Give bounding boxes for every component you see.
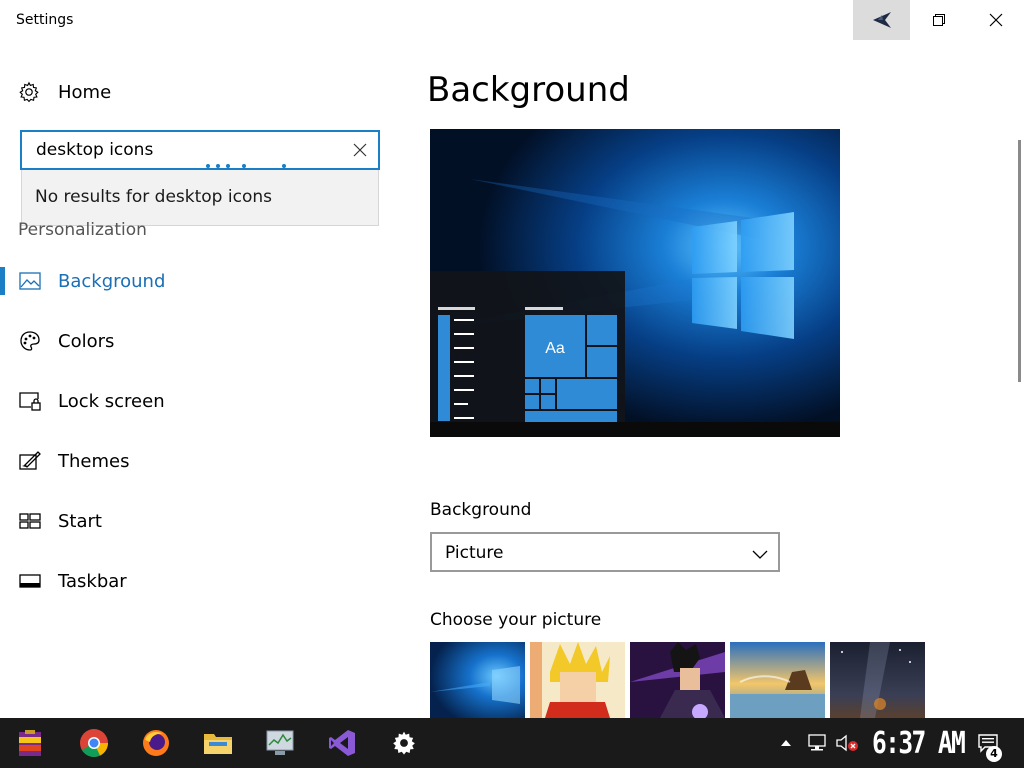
sidebar-item-taskbar[interactable]: Taskbar bbox=[0, 561, 380, 601]
file-explorer-icon bbox=[204, 734, 232, 754]
settings-icon bbox=[393, 731, 415, 755]
background-type-label: Background bbox=[430, 500, 532, 520]
chevron-up-icon bbox=[781, 740, 791, 746]
search-suggestions: No results for desktop icons bbox=[21, 170, 379, 226]
choose-picture-label: Choose your picture bbox=[430, 610, 602, 630]
taskbar-app-visual-studio[interactable] bbox=[318, 723, 366, 763]
firefox-icon bbox=[143, 730, 169, 756]
picture-thumbnails bbox=[430, 642, 925, 718]
winrar-icon bbox=[19, 730, 41, 756]
task-manager-icon bbox=[266, 730, 294, 755]
volume-tray-button[interactable] bbox=[834, 718, 860, 768]
clear-search-icon[interactable] bbox=[352, 142, 368, 158]
background-type-dropdown[interactable]: Picture bbox=[430, 532, 780, 572]
active-indicator bbox=[0, 267, 5, 295]
taskbar-app-settings[interactable] bbox=[380, 723, 428, 763]
sidebar-item-lock-screen[interactable]: Lock screen bbox=[0, 381, 380, 421]
search-box[interactable] bbox=[20, 130, 380, 170]
sidebar-item-label: Background bbox=[58, 270, 166, 292]
search-input[interactable] bbox=[36, 139, 336, 161]
taskbar-icon bbox=[18, 569, 42, 593]
pin-button[interactable] bbox=[853, 0, 910, 40]
restore-icon bbox=[932, 14, 945, 26]
sidebar-item-background[interactable]: Background bbox=[0, 261, 380, 301]
background-type-value: Picture bbox=[445, 543, 504, 563]
no-results-message: No results for desktop icons bbox=[35, 187, 272, 207]
picture-icon bbox=[18, 269, 42, 293]
picture-thumbnail[interactable] bbox=[530, 642, 625, 718]
action-center-button[interactable] bbox=[968, 718, 1008, 768]
title-bar: Settings bbox=[0, 0, 1024, 40]
pin-icon bbox=[872, 12, 891, 28]
picture-thumbnail[interactable] bbox=[830, 642, 925, 718]
sidebar-item-label: Colors bbox=[58, 330, 115, 352]
picture-thumbnail[interactable] bbox=[630, 642, 725, 718]
taskbar-app-task-manager[interactable] bbox=[256, 723, 304, 763]
sidebar-item-label: Themes bbox=[58, 450, 130, 472]
picture-thumbnail[interactable] bbox=[430, 642, 525, 718]
scrollbar[interactable] bbox=[1018, 140, 1021, 382]
taskbar-app-chrome[interactable] bbox=[70, 723, 118, 763]
sidebar-item-label: Taskbar bbox=[58, 570, 127, 592]
taskbar-clock[interactable]: 6:37 AM bbox=[872, 726, 966, 761]
visual-studio-icon bbox=[329, 730, 355, 756]
volume-muted-icon bbox=[836, 734, 858, 752]
chevron-down-icon bbox=[752, 550, 768, 559]
start-icon bbox=[18, 509, 42, 533]
sidebar-item-colors[interactable]: Colors bbox=[0, 321, 380, 361]
section-title: Personalization bbox=[18, 220, 147, 240]
taskbar-app-file-explorer[interactable] bbox=[194, 723, 242, 763]
chrome-icon bbox=[80, 729, 108, 757]
page-title: Background bbox=[427, 70, 630, 110]
sidebar-item-start[interactable]: Start bbox=[0, 501, 380, 541]
close-button[interactable] bbox=[967, 0, 1024, 40]
sidebar-item-label: Lock screen bbox=[58, 390, 165, 412]
close-icon bbox=[989, 13, 1002, 27]
network-tray-button[interactable] bbox=[804, 718, 830, 768]
taskbar-app-firefox[interactable] bbox=[132, 723, 180, 763]
notification-count-badge: 4 bbox=[986, 746, 1002, 762]
show-hidden-icons-button[interactable] bbox=[778, 718, 794, 768]
sidebar-item-themes[interactable]: Themes bbox=[0, 441, 380, 481]
background-preview: Aa bbox=[430, 129, 840, 437]
lock-screen-icon bbox=[18, 389, 42, 413]
window-title: Settings bbox=[16, 12, 74, 28]
restore-button[interactable] bbox=[910, 0, 967, 40]
taskbar: 6:37 AM 4 bbox=[0, 718, 1024, 768]
search-progress bbox=[206, 164, 296, 168]
preview-tile-text: Aa bbox=[545, 340, 565, 357]
sidebar-item-label: Start bbox=[58, 510, 102, 532]
nav-home[interactable]: Home bbox=[18, 78, 111, 106]
palette-icon bbox=[18, 329, 42, 353]
themes-icon bbox=[18, 449, 42, 473]
network-icon bbox=[808, 734, 826, 751]
taskbar-app-winrar[interactable] bbox=[6, 723, 54, 763]
nav-home-label: Home bbox=[58, 81, 112, 103]
picture-thumbnail[interactable] bbox=[730, 642, 825, 718]
gear-icon bbox=[19, 81, 39, 103]
